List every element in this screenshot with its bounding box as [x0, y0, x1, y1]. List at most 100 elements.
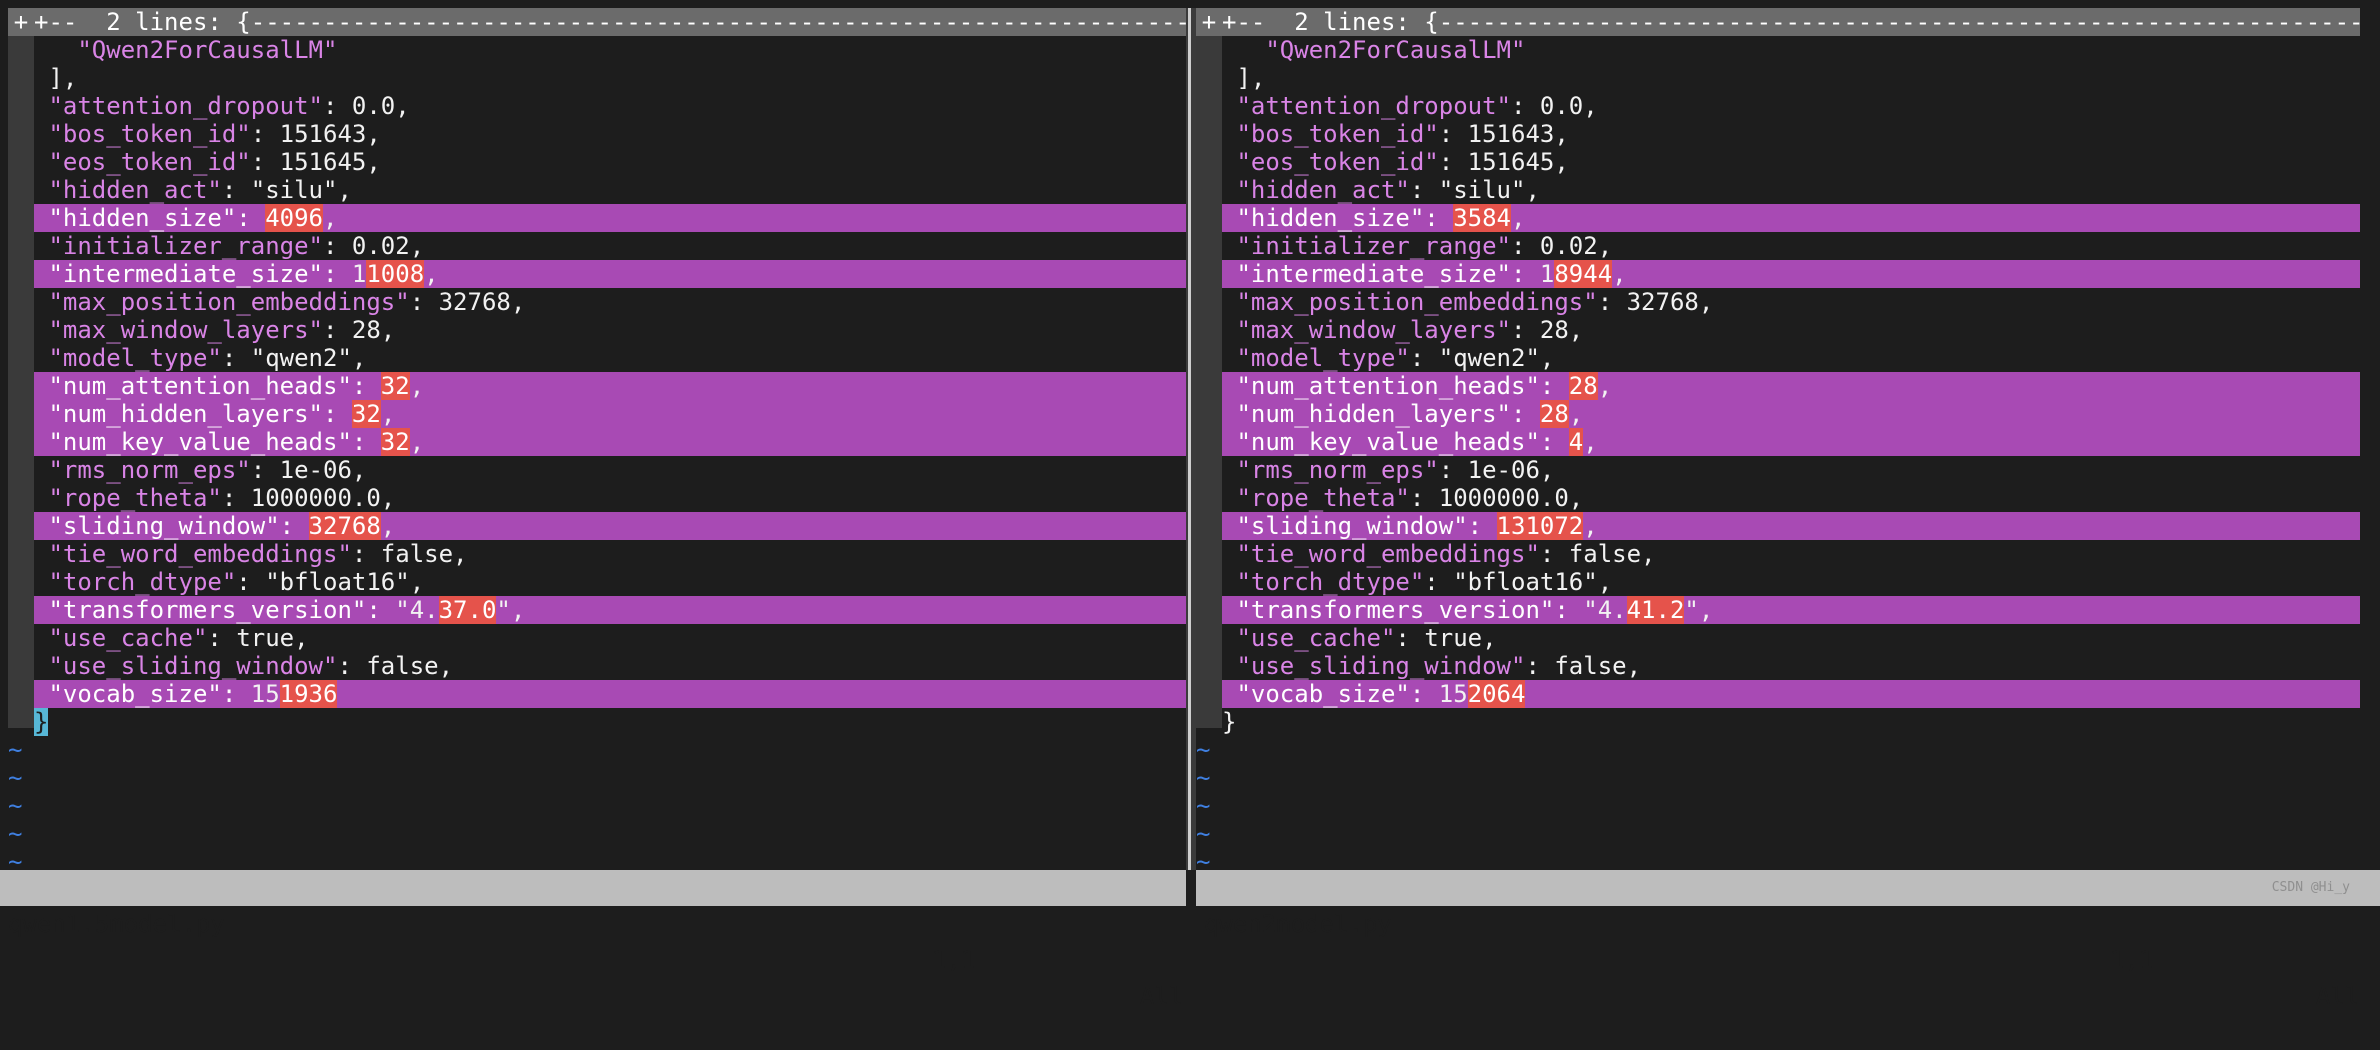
- json-value: 151645,: [1467, 148, 1569, 176]
- json-key: "hidden_size": [48, 204, 237, 232]
- diff-highlight: 32768: [308, 512, 381, 540]
- left-diff-pane[interactable]: + +-- 2 lines: {-------------------------…: [8, 8, 1186, 870]
- changed-line[interactable]: "sliding_window": 131072,: [1196, 512, 2360, 540]
- line-text: "use_sliding_window": false,: [34, 652, 1186, 680]
- line-text: "max_window_layers": 28,: [34, 316, 1186, 344]
- line-text: "use_cache": true,: [1222, 624, 2360, 652]
- json-key: "transformers_version": [1236, 596, 1555, 624]
- changed-line[interactable]: "intermediate_size": 18944,: [1196, 260, 2360, 288]
- changed-line[interactable]: "num_attention_heads": 28,: [1196, 372, 2360, 400]
- json-punct: :: [323, 232, 352, 260]
- line-text: "rope_theta": 1000000.0,: [34, 484, 1186, 512]
- json-key: "max_window_layers": [1236, 316, 1511, 344]
- fold-summary: +-- 2 lines: {: [34, 8, 251, 36]
- changed-line[interactable]: "num_key_value_heads": 32,: [8, 428, 1186, 456]
- line-text: "max_position_embeddings": 32768,: [1222, 288, 2360, 316]
- diff-highlight: 4096: [265, 204, 323, 232]
- code-line[interactable]: "rms_norm_eps": 1e-06,: [1196, 456, 2360, 484]
- code-line[interactable]: "max_window_layers": 28,: [8, 316, 1186, 344]
- changed-line[interactable]: "hidden_size": 3584,: [1196, 204, 2360, 232]
- code-line[interactable]: "use_cache": true,: [8, 624, 1186, 652]
- code-line[interactable]: "attention_dropout": 0.0,: [1196, 92, 2360, 120]
- code-line[interactable]: "hidden_act": "silu",: [8, 176, 1186, 204]
- code-line[interactable]: "initializer_range": 0.02,: [8, 232, 1186, 260]
- code-line[interactable]: ],: [8, 64, 1186, 92]
- json-punct: :: [1539, 372, 1569, 400]
- code-line[interactable]: "eos_token_id": 151645,: [1196, 148, 2360, 176]
- code-line[interactable]: ],: [1196, 64, 2360, 92]
- line-text: "model_type": "qwen2",: [1222, 344, 2360, 372]
- watermark-text: CSDN @Hi_y: [2271, 880, 2350, 895]
- code-line[interactable]: "bos_token_id": 151643,: [8, 120, 1186, 148]
- code-line[interactable]: "use_cache": true,: [1196, 624, 2360, 652]
- code-line[interactable]: "attention_dropout": 0.0,: [8, 92, 1186, 120]
- changed-line[interactable]: "transformers_version": "4.37.0",: [8, 596, 1186, 624]
- fold-line[interactable]: + +-- 2 lines: {-------------------------…: [8, 8, 1186, 36]
- changed-line[interactable]: "vocab_size": 152064: [1196, 680, 2360, 708]
- json-value: 0.02,: [1539, 232, 1613, 260]
- json-punct: ],: [1236, 64, 1266, 92]
- json-key: "torch_dtype": [48, 568, 237, 596]
- json-value: 28,: [1539, 316, 1584, 344]
- json-key: "intermediate_size": [48, 260, 323, 288]
- line-text: "rope_theta": 1000000.0,: [1222, 484, 2360, 512]
- json-value: 0.02,: [351, 232, 425, 260]
- code-line[interactable]: "rms_norm_eps": 1e-06,: [8, 456, 1186, 484]
- code-line[interactable]: "tie_word_embeddings": false,: [8, 540, 1186, 568]
- code-line[interactable]: "max_position_embeddings": 32768,: [8, 288, 1186, 316]
- json-value: 151645,: [279, 148, 381, 176]
- vertical-split-divider[interactable]: [1186, 8, 1196, 870]
- json-punct: :: [1511, 316, 1540, 344]
- code-line[interactable]: "hidden_act": "silu",: [1196, 176, 2360, 204]
- line-text: "model_type": "qwen2",: [34, 344, 1186, 372]
- right-diff-pane[interactable]: + +-- 2 lines: {-------------------------…: [1196, 8, 2360, 870]
- json-key: "attention_dropout": [1236, 92, 1511, 120]
- code-line[interactable]: "Qwen2ForCausalLM": [1196, 36, 2360, 64]
- code-line[interactable]: "torch_dtype": "bfloat16",: [8, 568, 1186, 596]
- code-line[interactable]: "max_position_embeddings": 32768,: [1196, 288, 2360, 316]
- line-text: "eos_token_id": 151645,: [1222, 148, 2360, 176]
- changed-line[interactable]: "num_key_value_heads": 4,: [1196, 428, 2360, 456]
- code-line[interactable]: "max_window_layers": 28,: [1196, 316, 2360, 344]
- code-line[interactable]: "bos_token_id": 151643,: [1196, 120, 2360, 148]
- code-line[interactable]: "rope_theta": 1000000.0,: [8, 484, 1186, 512]
- line-text: "tie_word_embeddings": false,: [34, 540, 1186, 568]
- fold-line[interactable]: + +-- 2 lines: {-------------------------…: [1196, 8, 2360, 36]
- json-value: 28,: [351, 316, 396, 344]
- json-key: "use_cache": [1236, 624, 1396, 652]
- code-line[interactable]: "torch_dtype": "bfloat16",: [1196, 568, 2360, 596]
- json-key: "sliding_window": [1236, 512, 1468, 540]
- code-line[interactable]: "use_sliding_window": false,: [8, 652, 1186, 680]
- json-punct: :: [1409, 680, 1439, 708]
- json-punct: :: [1438, 120, 1468, 148]
- code-line[interactable]: "model_type": "qwen2",: [8, 344, 1186, 372]
- json-punct: :: [1409, 176, 1439, 204]
- code-line[interactable]: "model_type": "qwen2",: [1196, 344, 2360, 372]
- changed-line[interactable]: "num_hidden_layers": 32,: [8, 400, 1186, 428]
- code-line[interactable]: "eos_token_id": 151645,: [8, 148, 1186, 176]
- code-line[interactable]: "Qwen2ForCausalLM": [8, 36, 1186, 64]
- changed-line[interactable]: "transformers_version": "4.41.2",: [1196, 596, 2360, 624]
- json-value: 15: [1438, 680, 1468, 708]
- changed-line[interactable]: "hidden_size": 4096,: [8, 204, 1186, 232]
- json-punct: ],: [48, 64, 78, 92]
- code-line[interactable]: "rope_theta": 1000000.0,: [1196, 484, 2360, 512]
- json-value: true,: [236, 624, 309, 652]
- fold-plus-icon: +: [1201, 8, 1217, 36]
- code-line[interactable]: "tie_word_embeddings": false,: [1196, 540, 2360, 568]
- code-line[interactable]: "initializer_range": 0.02,: [1196, 232, 2360, 260]
- changed-line[interactable]: "num_attention_heads": 32,: [8, 372, 1186, 400]
- json-trailing: ,: [323, 204, 338, 232]
- json-key: "rope_theta": [1236, 484, 1410, 512]
- json-punct: :: [221, 680, 251, 708]
- json-key: "rms_norm_eps": [48, 456, 251, 484]
- changed-line[interactable]: "num_hidden_layers": 28,: [1196, 400, 2360, 428]
- changed-line[interactable]: "intermediate_size": 11008,: [8, 260, 1186, 288]
- code-line[interactable]: "use_sliding_window": false,: [1196, 652, 2360, 680]
- json-value: 1: [351, 260, 367, 288]
- changed-line[interactable]: "vocab_size": 151936: [8, 680, 1186, 708]
- changed-line[interactable]: "sliding_window": 32768,: [8, 512, 1186, 540]
- json-key: "rms_norm_eps": [1236, 456, 1439, 484]
- json-value: 15: [250, 680, 280, 708]
- json-punct: :: [351, 540, 381, 568]
